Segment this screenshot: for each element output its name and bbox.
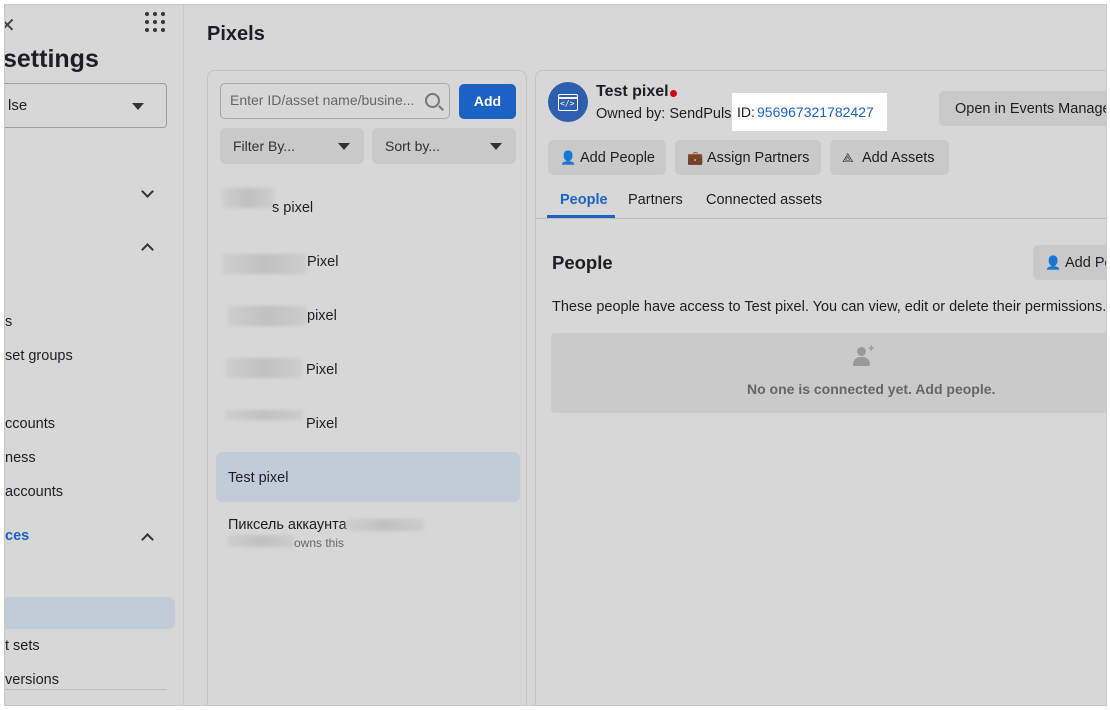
empty-state: + No one is connected yet. Add people. [551,333,1106,413]
pixel-icon: </> [548,82,588,122]
owner-text: Owned by: SendPulse [596,106,740,122]
sidebar-title: settings [5,45,99,73]
apps-grid-icon[interactable] [145,12,166,33]
sidebar-item-event-sets[interactable]: t sets [5,638,40,654]
tab-people[interactable]: People [560,192,608,208]
list-item-label: Pixel [306,416,338,432]
list-item[interactable]: Пиксель аккаунта owns this [216,507,520,557]
list-item-label: Pixel [306,362,338,378]
redacted-text [225,358,301,378]
page-title: Pixels [207,23,265,45]
tab-partners[interactable]: Partners [628,192,683,208]
redacted-text [222,188,274,208]
redacted-text [225,410,303,420]
pixel-name: Test pixel [596,83,669,100]
section-title: People [552,252,613,273]
pixel-id-value[interactable]: 956967321782427 [757,104,874,120]
close-icon[interactable]: ✕ [5,13,16,38]
list-item-label: pixel [307,308,337,324]
sidebar-item-partial[interactable]: s [5,314,12,330]
list-item[interactable]: s pixel [216,182,520,232]
open-events-manager-label: Open in Events Manager [955,101,1107,117]
pixel-list-panel: Add Filter By... Sort by... s pixel Pixe… [207,70,527,705]
list-item-label: s pixel [272,200,314,216]
business-account-value: lse [8,97,28,114]
status-dot-icon [670,90,677,97]
list-item-sublabel: owns this [294,536,345,550]
list-item[interactable]: Pixel [216,236,520,286]
add-assets-label: Add Assets [862,150,935,166]
redacted-text [227,306,307,326]
sort-dropdown[interactable]: Sort by... [372,128,516,164]
sidebar-item-accounts[interactable]: ccounts [5,416,55,432]
assets-icon: ⟁ [842,150,854,165]
section-description: These people have access to Test pixel. … [552,299,1107,315]
add-person-icon: 👤 [1045,255,1062,270]
redacted-text [227,535,295,547]
assign-partners-button[interactable]: 💼 Assign Partners [675,140,821,175]
chevron-up-icon[interactable] [141,243,154,256]
redacted-text [346,519,424,531]
sidebar-item-business[interactable]: ness [5,450,36,466]
add-assets-button[interactable]: ⟁ Add Assets [830,140,949,175]
list-item-label: Test pixel [228,470,289,486]
redacted-text [222,254,306,274]
add-people-button[interactable]: 👤 Add People [548,140,666,175]
caret-down-icon [132,103,144,110]
add-people-section-label: Add Pe [1065,255,1106,271]
app-window: ✕ settings lse s set groups ccounts ness… [4,4,1107,706]
list-item-label: Пиксель аккаунта [228,517,347,533]
divider [5,689,167,690]
sidebar-item-accounts-2[interactable]: accounts [5,484,63,500]
search-field[interactable] [220,83,450,119]
filter-dropdown[interactable]: Filter By... [220,128,364,164]
add-people-label: Add People [580,150,655,166]
settings-sidebar: ✕ settings lse s set groups ccounts ness… [5,5,184,705]
add-people-section-button[interactable]: 👤 Add Pe [1033,245,1106,280]
caret-down-icon [490,143,502,150]
list-item[interactable]: pixel [216,290,520,340]
chevron-up-icon[interactable] [141,533,154,546]
sidebar-item-asset-groups[interactable]: set groups [5,348,73,364]
chevron-down-icon[interactable] [141,185,154,198]
pixel-id-highlight: ID: 956967321782427 [732,93,887,131]
search-icon [425,93,440,108]
list-item-selected[interactable]: Test pixel [216,452,520,502]
list-item[interactable]: Pixel [216,398,520,448]
sidebar-item-pixels-selected[interactable] [5,597,175,629]
pixel-id-label: ID: [737,104,755,120]
pixel-detail-panel: </> Test pixel Owned by: SendPulse ID: 9… [535,70,1107,705]
assign-partners-label: Assign Partners [707,150,810,166]
add-button[interactable]: Add [459,84,516,119]
sort-label: Sort by... [385,138,440,154]
add-person-icon: 👤 [560,150,577,165]
sidebar-section-data-sources[interactable]: ces [5,528,29,544]
filter-label: Filter By... [233,138,295,154]
briefcase-icon: 💼 [687,150,704,165]
sidebar-item-conversions[interactable]: versions [5,672,59,688]
list-item-label: Pixel [307,254,339,270]
divider [536,218,1106,219]
search-input[interactable] [230,92,420,108]
empty-state-text: No one is connected yet. Add people. [747,381,996,397]
open-events-manager-button[interactable]: Open in Events Manager [939,91,1107,126]
tab-connected-assets[interactable]: Connected assets [706,192,822,208]
caret-down-icon [338,143,350,150]
business-account-select[interactable]: lse [5,83,167,128]
list-item[interactable]: Pixel [216,344,520,394]
